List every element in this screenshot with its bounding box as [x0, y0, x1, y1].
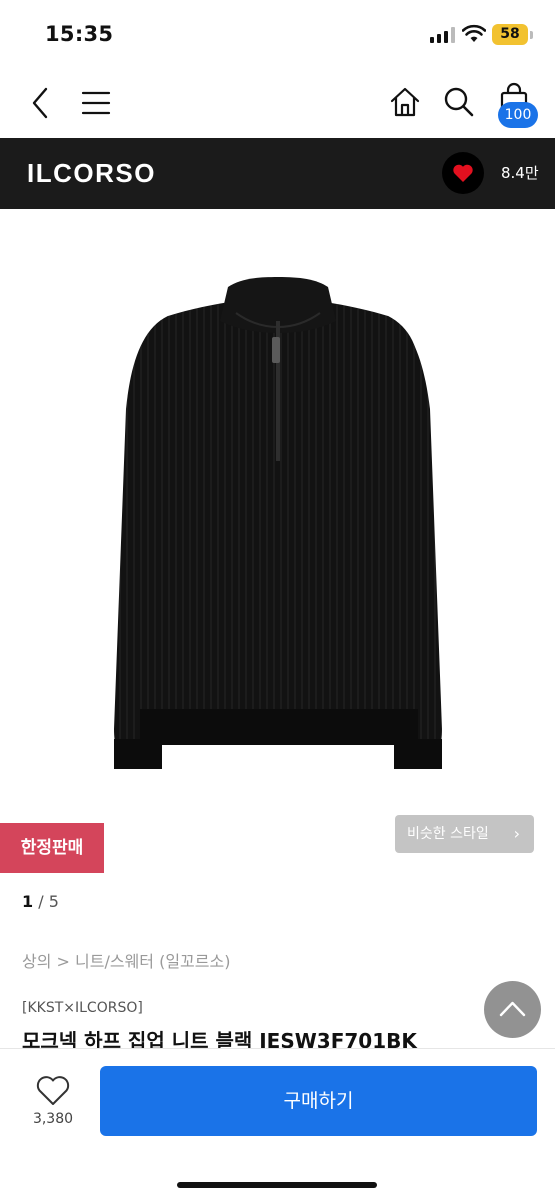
- wishlist-button[interactable]: 3,380: [28, 1075, 78, 1135]
- buy-button[interactable]: 구매하기: [100, 1066, 537, 1136]
- product-title: 모크넥 하프 집업 니트 블랙 IESW3F701BK: [22, 1029, 417, 1048]
- cellular-signal-icon: [430, 27, 456, 43]
- search-icon[interactable]: [443, 86, 475, 118]
- similar-style-label: 비슷한 스타일: [407, 826, 489, 842]
- menu-icon[interactable]: [81, 90, 111, 116]
- heart-outline-icon: [36, 1076, 70, 1105]
- chevron-up-icon: [499, 1001, 526, 1017]
- brand-name[interactable]: ILCORSO: [27, 158, 156, 189]
- top-nav: [0, 68, 555, 136]
- similar-style-button[interactable]: 비슷한 스타일 ›: [395, 815, 534, 853]
- total-pages: 5: [48, 892, 59, 911]
- sweater-image: [114, 277, 442, 769]
- limited-sale-badge: 한정판매: [0, 823, 104, 873]
- product-image[interactable]: [0, 209, 555, 819]
- wifi-icon: [462, 24, 486, 42]
- status-time: 15:35: [45, 22, 114, 46]
- chevron-right-icon: ›: [513, 824, 520, 843]
- battery-indicator: 58: [492, 24, 528, 45]
- brand-like-button[interactable]: [442, 152, 484, 194]
- brand-like-count: 8.4만: [501, 164, 539, 182]
- home-indicator: [177, 1182, 377, 1188]
- bottom-action-bar: 3,380 구매하기: [0, 1048, 555, 1200]
- battery-tip: [530, 31, 533, 39]
- home-icon[interactable]: [389, 86, 421, 118]
- wishlist-count: 3,380: [32, 1111, 74, 1127]
- cart-count-badge: 100: [498, 102, 538, 128]
- scroll-to-top-button[interactable]: [484, 981, 541, 1038]
- back-icon[interactable]: [30, 87, 50, 119]
- product-collab-tag: [KKST×ILCORSO]: [22, 1000, 143, 1016]
- brand-bar[interactable]: ILCORSO 8.4만: [0, 138, 555, 209]
- image-page-indicator: 1 / 5: [22, 892, 59, 911]
- category-breadcrumb[interactable]: 상의 > 니트/스웨터 (일꼬르소): [22, 948, 230, 972]
- page-separator: /: [33, 892, 49, 911]
- status-bar: 15:35 58: [0, 0, 555, 68]
- current-page: 1: [22, 892, 34, 911]
- heart-icon: [453, 164, 473, 182]
